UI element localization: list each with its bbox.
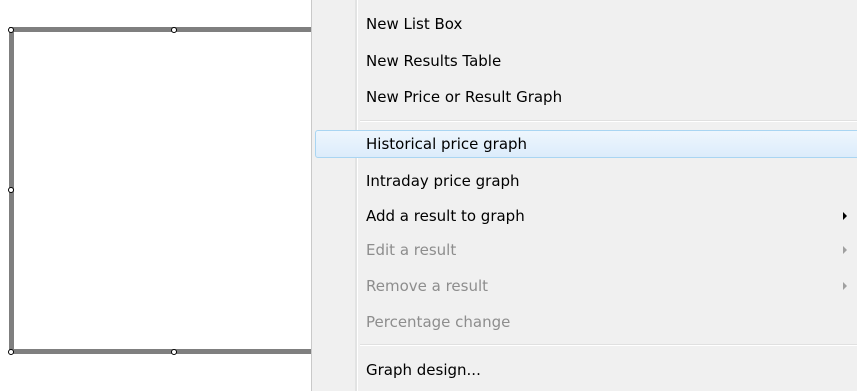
menu-item-label: Graph design... [366, 361, 481, 379]
menu-item-edit-a-result: Edit a result [312, 235, 857, 265]
design-canvas[interactable]: New List Box New Results Table New Price… [0, 0, 857, 391]
menu-item-label: Historical price graph [366, 135, 528, 153]
menu-separator [360, 120, 857, 122]
resize-handle-top-middle[interactable] [171, 27, 177, 33]
menu-item-label: New List Box [366, 15, 463, 33]
menu-item-percentage-change: Percentage change [312, 307, 857, 337]
menu-item-graph-design[interactable]: Graph design... [312, 355, 857, 385]
context-menu: New List Box New Results Table New Price… [311, 0, 857, 391]
graph-placeholder-frame[interactable] [9, 27, 317, 354]
menu-item-remove-a-result: Remove a result [312, 271, 857, 301]
menu-item-label: Percentage change [366, 313, 511, 331]
menu-item-new-list-box[interactable]: New List Box [312, 9, 857, 39]
menu-item-add-a-result-to-graph[interactable]: Add a result to graph [312, 201, 857, 231]
menu-item-label: Remove a result [366, 277, 489, 295]
menu-item-historical-price-graph[interactable]: Historical price graph [312, 129, 857, 159]
submenu-arrow-icon [843, 282, 847, 290]
menu-item-label: Add a result to graph [366, 207, 525, 225]
submenu-arrow-icon [843, 212, 847, 220]
resize-handle-middle-left[interactable] [8, 187, 14, 193]
menu-item-intraday-price-graph[interactable]: Intraday price graph [312, 166, 857, 196]
menu-item-label: New Results Table [366, 52, 502, 70]
menu-separator [360, 344, 857, 346]
menu-item-new-price-or-result-graph[interactable]: New Price or Result Graph [312, 82, 857, 112]
resize-handle-bottom-middle[interactable] [171, 349, 177, 355]
menu-item-new-results-table[interactable]: New Results Table [312, 46, 857, 76]
resize-handle-bottom-left[interactable] [8, 349, 14, 355]
submenu-arrow-icon [843, 246, 847, 254]
menu-item-label: Edit a result [366, 241, 457, 259]
resize-handle-top-left[interactable] [8, 27, 14, 33]
menu-item-label: New Price or Result Graph [366, 88, 563, 106]
menu-item-label: Intraday price graph [366, 172, 520, 190]
